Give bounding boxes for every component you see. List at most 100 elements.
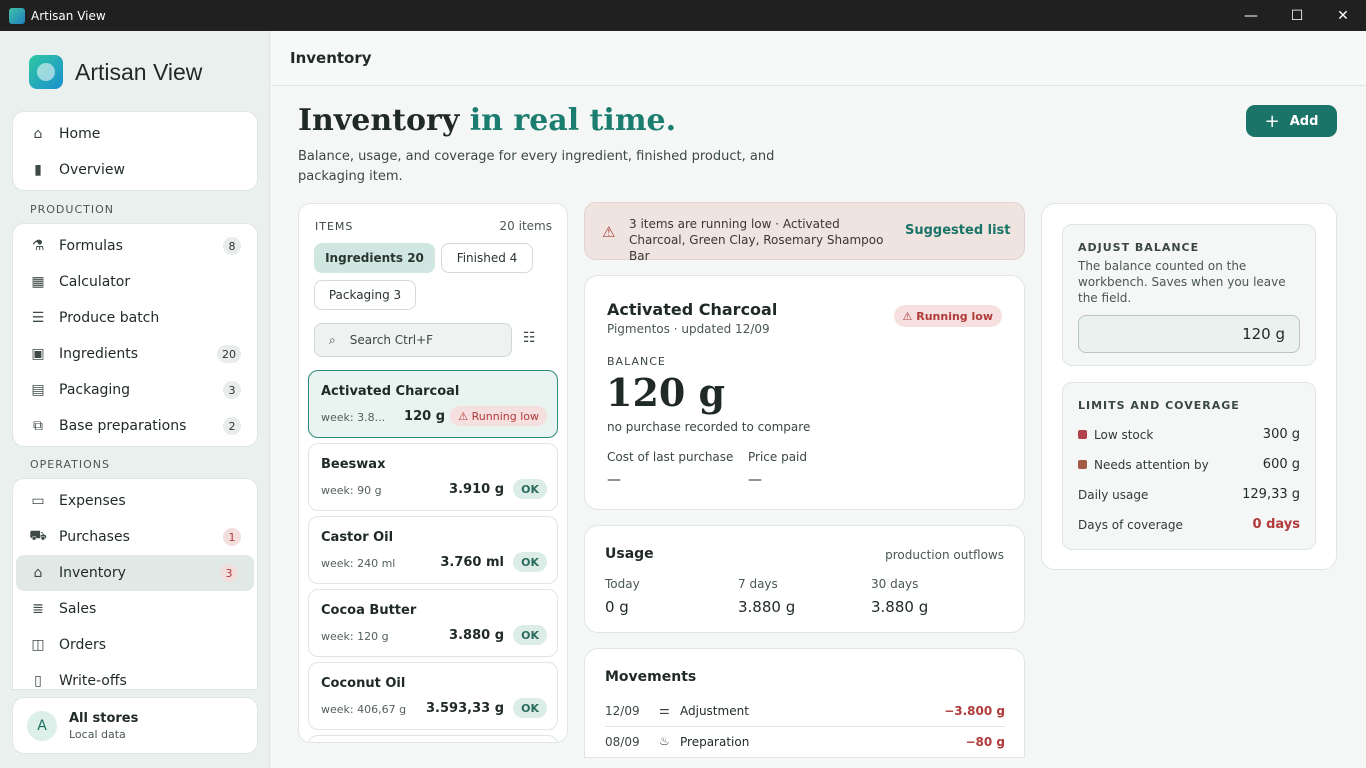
sidebar-item-sales[interactable]: ≣ Sales xyxy=(13,591,257,627)
trash-icon: ▯ xyxy=(34,673,42,689)
chip-ingredients[interactable]: Ingredients 20 xyxy=(314,243,435,273)
sidebar-item-label: Sales xyxy=(59,601,97,617)
price-value: — xyxy=(748,472,762,488)
item-week-usage: week: 406,67 g xyxy=(321,703,407,716)
warning-icon: ⚠ xyxy=(902,309,917,323)
list-item[interactable]: Activated Charcoal week: 3.8... 120 g ⚠ … xyxy=(308,370,558,438)
list-item[interactable]: Coconut Oil week: 406,67 g 3.593,33 g OK xyxy=(308,662,558,730)
status-label: Running low xyxy=(916,309,993,323)
sidebar-item-write-offs[interactable]: ▯ Write-offs xyxy=(13,663,257,689)
plus-icon: + xyxy=(1264,110,1280,132)
warning-icon: ⚠ xyxy=(458,409,472,423)
sidebar-item-label: Packaging xyxy=(59,382,131,398)
price-label: Price paid xyxy=(748,450,808,464)
movement-date: 08/09 xyxy=(605,735,640,749)
balance-note: no purchase recorded to compare xyxy=(607,420,811,434)
main-content: Inventory Inventory in real time. Balanc… xyxy=(271,31,1366,768)
item-week-usage: week: 3.8... xyxy=(321,411,386,424)
home-icon: ⌂ xyxy=(33,126,43,142)
search-input[interactable]: ⌕ Search Ctrl+F xyxy=(314,323,512,357)
detail-item-name: Activated Charcoal xyxy=(607,300,778,319)
app-icon xyxy=(9,7,25,24)
limits-coverage-card: LIMITS AND COVERAGE Low stock 300 g Need… xyxy=(1062,382,1316,550)
movements-card: Movements 12/09 ⚌ Adjustment −3.800 g 08… xyxy=(584,648,1025,758)
limit-row-needs-attention: Needs attention by 600 g xyxy=(1078,456,1300,476)
limit-label: Low stock xyxy=(1094,428,1154,442)
sidebar-item-calculator[interactable]: ▦ Calculator xyxy=(13,264,257,300)
limit-label: Daily usage xyxy=(1078,488,1149,502)
sidebar-item-inventory[interactable]: ⌂ Inventory 3 xyxy=(16,555,254,591)
sidebar-item-label: Write-offs xyxy=(59,673,127,689)
usage-note: production outflows xyxy=(885,548,1004,562)
usage-card: Usage production outflows Today 0 g 7 da… xyxy=(584,525,1025,633)
items-count: 20 items xyxy=(499,219,552,233)
add-button[interactable]: + Add xyxy=(1246,105,1337,137)
sidebar-item-expenses[interactable]: ▭ Expenses xyxy=(13,483,257,519)
minimize-button[interactable]: — xyxy=(1228,0,1274,31)
calculator-icon: ▦ xyxy=(31,274,45,290)
movements-title: Movements xyxy=(605,669,697,685)
sidebar-item-label: Formulas xyxy=(59,238,123,254)
sidebar-item-label: Inventory xyxy=(59,565,126,581)
sidebar-item-orders[interactable]: ◫ Orders xyxy=(13,627,257,663)
sidebar-item-base-preparations[interactable]: ⧉ Base preparations 2 xyxy=(13,408,257,444)
item-balance: 3.880 g xyxy=(449,628,504,643)
suggested-list-link[interactable]: Suggested list xyxy=(905,223,1011,238)
cart-icon: ⛟ xyxy=(29,528,47,544)
table-row[interactable]: 12/09 ⚌ Adjustment −3.800 g xyxy=(605,696,1005,726)
sidebar-item-purchases[interactable]: ⛟ Purchases 1 xyxy=(13,519,257,555)
window-title: Artisan View xyxy=(31,8,106,23)
sidebar-item-home[interactable]: ⌂ Home xyxy=(13,116,257,152)
list-item[interactable]: Cocoa Butter week: 120 g 3.880 g OK xyxy=(308,589,558,657)
warehouse-icon: ⌂ xyxy=(33,565,43,581)
balance-input[interactable]: 120 g xyxy=(1078,315,1300,353)
chip-finished[interactable]: Finished 4 xyxy=(441,243,533,273)
item-balance: 3.593,33 g xyxy=(426,701,504,716)
checklist-icon: ☰ xyxy=(31,310,45,326)
nav-operations-group: ▭ Expenses ⛟ Purchases 1 ⌂ Inventory 3 ≣… xyxy=(12,478,258,690)
usage-30d-value: 3.880 g xyxy=(871,598,929,616)
bar-chart-icon: ▮ xyxy=(34,162,42,178)
sidebar-item-overview[interactable]: ▮ Overview xyxy=(13,152,257,188)
adjust-balance-heading: ADJUST BALANCE xyxy=(1078,241,1200,254)
filter-list-icon[interactable]: ☷ xyxy=(523,330,536,346)
item-week-usage: week: 120 g xyxy=(321,630,389,643)
balance-label: BALANCE xyxy=(607,355,666,368)
store-switcher[interactable]: A All stores Local data xyxy=(12,697,258,754)
status-badge: OK xyxy=(513,552,547,572)
sidebar-item-formulas[interactable]: ⚗ Formulas 8 xyxy=(13,228,257,264)
movement-type: Preparation xyxy=(680,735,750,749)
table-row[interactable]: 08/09 ♨ Preparation −80 g xyxy=(605,727,1005,757)
sidebar-item-ingredients[interactable]: ▣ Ingredients 20 xyxy=(13,336,257,372)
sidebar-item-label: Purchases xyxy=(59,529,130,545)
usage-today-label: Today xyxy=(605,577,640,591)
limit-value: 300 g xyxy=(1262,427,1300,442)
list-item[interactable] xyxy=(308,735,558,742)
sidebar: Artisan View ⌂ Home ▮ Overview PRODUCTIO… xyxy=(0,31,270,768)
usage-title: Usage xyxy=(605,546,654,562)
hero-title-main: Inventory xyxy=(298,103,470,138)
item-balance: 3.760 ml xyxy=(440,555,504,570)
movement-type: Adjustment xyxy=(680,704,749,718)
sidebar-item-label: Produce batch xyxy=(59,310,160,326)
status-badge: OK xyxy=(513,625,547,645)
flowchart-icon: ⧉ xyxy=(33,418,43,434)
flask-icon: ⚗ xyxy=(31,238,45,254)
sidebar-item-produce-batch[interactable]: ☰ Produce batch xyxy=(13,300,257,336)
limit-label: Needs attention by xyxy=(1094,458,1209,472)
section-production-title: PRODUCTION xyxy=(30,203,114,216)
item-balance: 3.910 g xyxy=(449,482,504,497)
sidebar-item-packaging[interactable]: ▤ Packaging 3 xyxy=(13,372,257,408)
item-name: Coconut Oil xyxy=(321,676,406,691)
item-week-usage: week: 240 ml xyxy=(321,557,396,570)
items-heading: ITEMS xyxy=(315,220,354,233)
limit-value: 129,33 g xyxy=(1242,487,1300,502)
movement-date: 12/09 xyxy=(605,704,640,718)
maximize-button[interactable]: ☐ xyxy=(1274,0,1320,31)
detail-item-subtitle: Pigmentos · updated 12/09 xyxy=(607,322,770,336)
chip-packaging[interactable]: Packaging 3 xyxy=(314,280,416,310)
list-item[interactable]: Castor Oil week: 240 ml 3.760 ml OK xyxy=(308,516,558,584)
close-button[interactable]: ✕ xyxy=(1320,0,1366,31)
list-item[interactable]: Beeswax week: 90 g 3.910 g OK xyxy=(308,443,558,511)
store-name: All stores xyxy=(69,710,139,726)
